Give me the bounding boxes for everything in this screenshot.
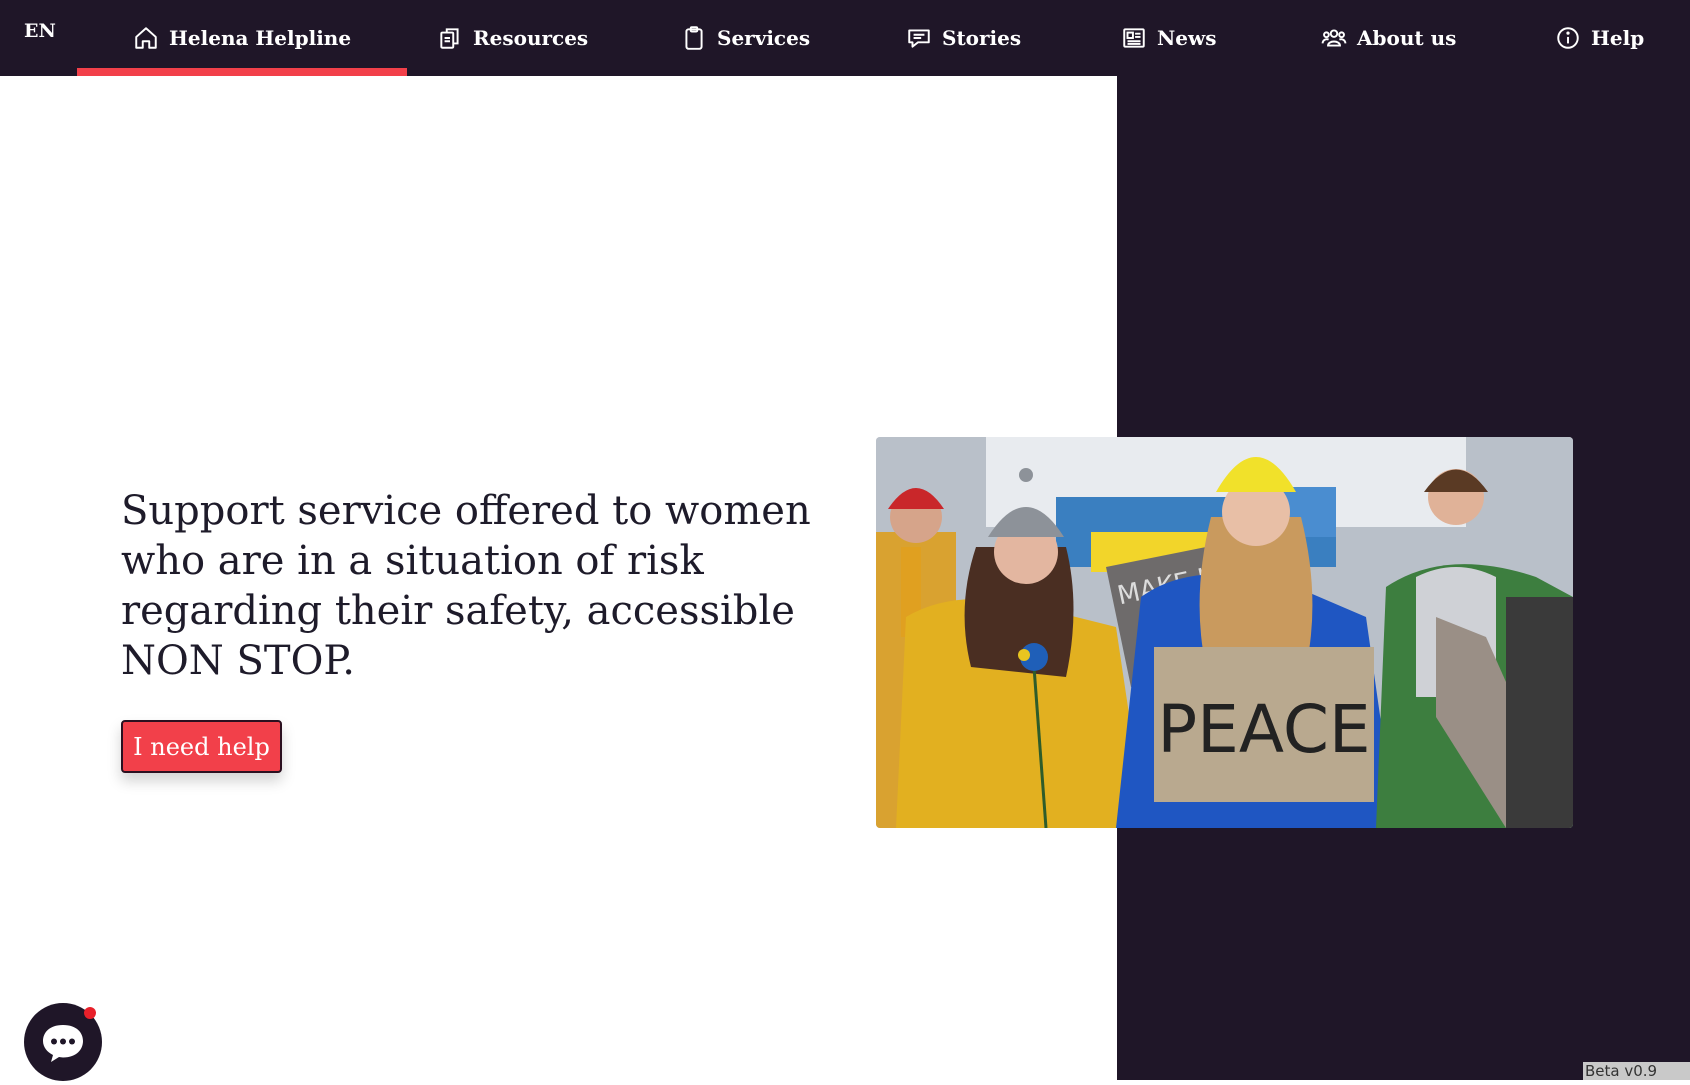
nav-item-label: Help bbox=[1591, 26, 1645, 50]
top-navigation: EN Helena Helpline Resources Services St… bbox=[0, 0, 1690, 76]
nav-item-stories[interactable]: Stories bbox=[906, 0, 1021, 76]
home-icon bbox=[135, 27, 157, 49]
nav-item-label: Services bbox=[717, 26, 811, 50]
info-icon bbox=[1557, 27, 1579, 49]
nav-item-about-us[interactable]: About us bbox=[1321, 0, 1456, 76]
version-badge: Beta v0.9 bbox=[1583, 1062, 1690, 1080]
newspaper-icon bbox=[1123, 28, 1145, 48]
notification-dot bbox=[84, 1007, 96, 1019]
hero-headline: Support service offered to women who are… bbox=[121, 488, 811, 684]
chat-bubble-icon bbox=[908, 29, 930, 48]
nav-item-resources[interactable]: Resources bbox=[437, 0, 588, 76]
documents-icon bbox=[440, 28, 459, 49]
nav-item-label: Stories bbox=[942, 26, 1022, 50]
nav-item-help[interactable]: Help bbox=[1555, 0, 1644, 76]
i-need-help-button[interactable]: I need help bbox=[121, 720, 282, 773]
nav-item-helena-helpline[interactable]: Helena Helpline bbox=[76, 0, 408, 76]
nav-item-label: Resources bbox=[473, 26, 589, 50]
nav-item-label: About us bbox=[1357, 26, 1457, 50]
language-selector[interactable]: EN bbox=[24, 20, 56, 42]
nav-item-news[interactable]: News bbox=[1121, 0, 1216, 76]
hero-image: MAKE LOVE PEACE bbox=[876, 437, 1573, 828]
sign-text-peace: PEACE bbox=[1157, 691, 1370, 768]
people-icon bbox=[1321, 29, 1347, 47]
nav-item-label: News bbox=[1157, 26, 1217, 50]
nav-item-label: Helena Helpline bbox=[169, 26, 352, 50]
nav-item-services[interactable]: Services bbox=[681, 0, 810, 76]
clipboard-icon bbox=[685, 26, 703, 50]
